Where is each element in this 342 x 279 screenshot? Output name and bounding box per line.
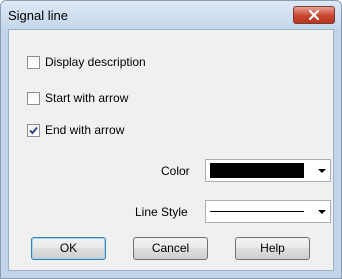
ok-button[interactable]: OK bbox=[31, 237, 106, 260]
end-with-arrow-label: End with arrow bbox=[45, 123, 125, 137]
display-description-label: Display description bbox=[45, 55, 146, 69]
color-dropdown[interactable] bbox=[205, 159, 331, 182]
cancel-button[interactable]: Cancel bbox=[133, 237, 208, 260]
color-swatch bbox=[210, 163, 304, 178]
title-bar: Signal line bbox=[1, 1, 341, 29]
line-style-sample bbox=[210, 211, 304, 212]
chevron-down-icon bbox=[318, 210, 326, 214]
help-button[interactable]: Help bbox=[235, 237, 310, 260]
dialog-title: Signal line bbox=[8, 8, 68, 23]
end-with-arrow-checkbox[interactable] bbox=[27, 124, 40, 137]
display-description-checkbox[interactable] bbox=[27, 56, 40, 69]
start-with-arrow-checkbox[interactable] bbox=[27, 92, 40, 105]
dialog-body: Display description Start with arrow End… bbox=[8, 29, 334, 271]
signal-line-dialog: Signal line Display description Start wi… bbox=[0, 0, 342, 279]
line-style-label: Line Style bbox=[135, 205, 188, 219]
chevron-down-icon bbox=[318, 169, 326, 173]
start-with-arrow-label: Start with arrow bbox=[45, 91, 129, 105]
line-style-dropdown[interactable] bbox=[205, 200, 331, 223]
color-label: Color bbox=[161, 164, 190, 178]
close-icon bbox=[308, 9, 320, 21]
checkmark-icon bbox=[29, 126, 38, 135]
close-button[interactable] bbox=[293, 6, 335, 24]
